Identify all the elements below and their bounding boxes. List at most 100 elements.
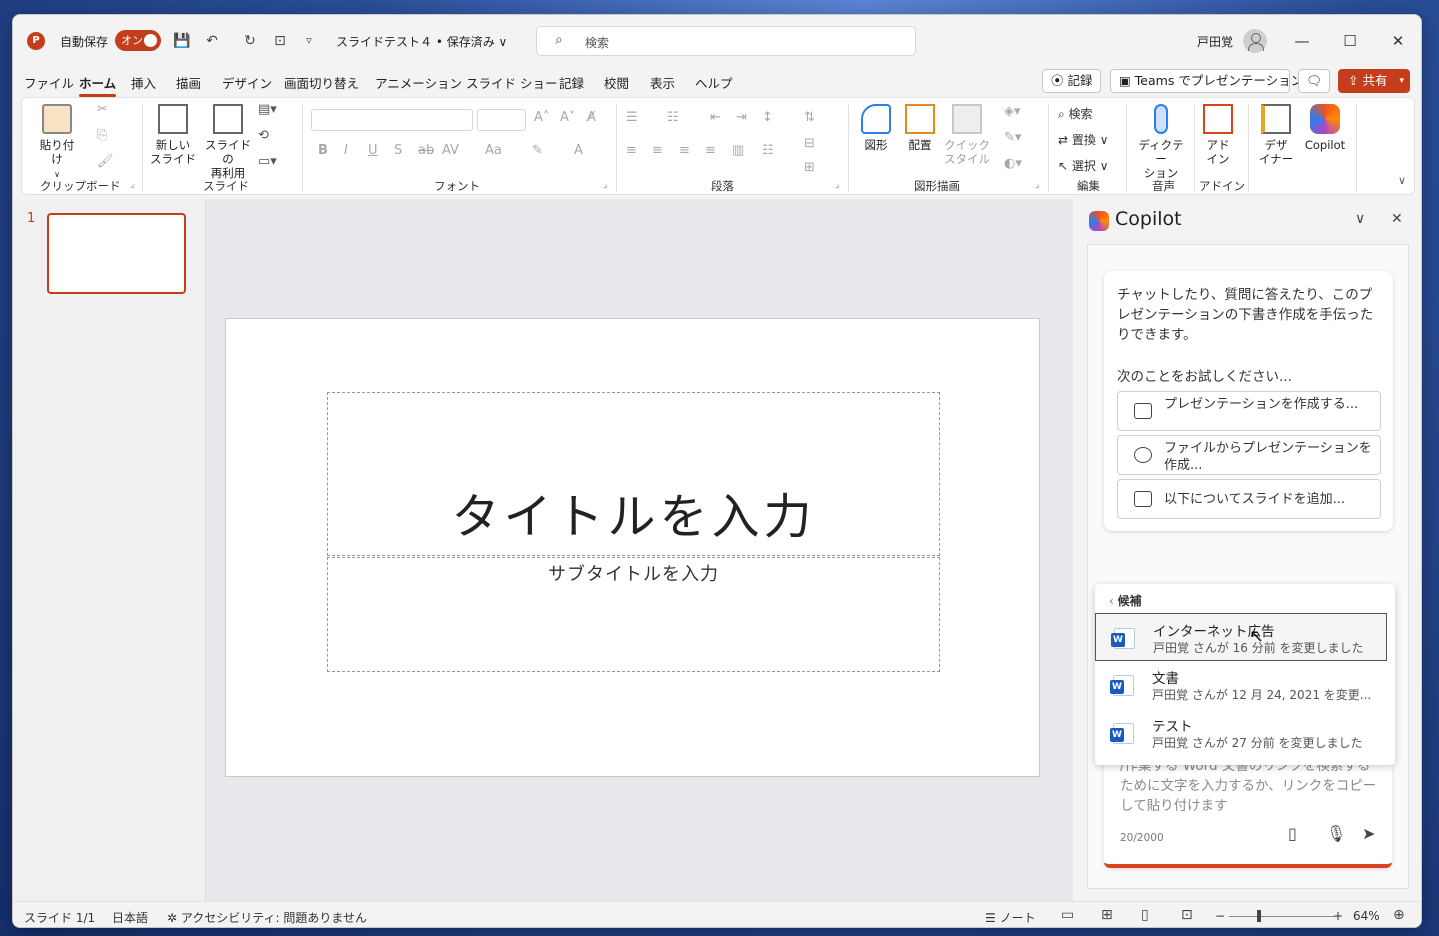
suggestion-create-presentation[interactable]: プレゼンテーションを作成する... <box>1117 391 1381 431</box>
highlight-icon[interactable]: ✎ <box>532 143 543 158</box>
numbering-icon[interactable]: ☷ <box>667 110 679 125</box>
accessibility-status[interactable]: ✲ アクセシビリティ: 問題ありません <box>167 909 367 926</box>
reading-view-icon[interactable]: ▯ <box>1141 907 1149 923</box>
share-button[interactable]: ⇪ 共有 ▾ <box>1338 69 1410 93</box>
copilot-prompt-input[interactable]: /作業する Word 文書のリンクを検索するために文字を入力するか、リンクをコピ… <box>1104 750 1392 868</box>
layout-icon[interactable]: ▤▾ <box>258 102 277 117</box>
shadow-icon[interactable]: S <box>394 143 402 158</box>
notes-button[interactable]: ☰ ノート <box>985 909 1036 926</box>
smartart-icon[interactable]: ⊞ <box>804 160 815 175</box>
font-name-select[interactable] <box>311 109 473 131</box>
send-icon[interactable]: ➤ <box>1362 824 1375 843</box>
align-center-icon[interactable]: ≡ <box>652 143 663 158</box>
addins-button[interactable]: アド イン <box>1200 104 1236 166</box>
suggestion-add-slide[interactable]: 以下についてスライドを追加... <box>1117 479 1381 519</box>
tab-slideshow[interactable]: スライド ショー <box>466 73 557 92</box>
bullets-icon[interactable]: ☰ <box>626 110 638 125</box>
suggestion-from-file[interactable]: ファイルからプレゼンテーションを作成... <box>1117 435 1381 475</box>
text-direction-icon[interactable]: ⇅ <box>804 110 815 125</box>
char-spacing-icon[interactable]: AV <box>442 143 459 158</box>
tab-animations[interactable]: アニメーション <box>375 73 462 92</box>
copy-icon[interactable]: ⎘ <box>97 128 107 143</box>
search-input[interactable]: ⌕ 検索 <box>536 26 916 56</box>
tab-file[interactable]: ファイル <box>24 73 74 92</box>
file-item-test[interactable]: テスト 戸田覚 さんが 27 分前 を変更しました <box>1095 709 1387 757</box>
autosave-toggle[interactable]: オン <box>115 30 161 51</box>
reset-icon[interactable]: ⟲ <box>258 128 269 143</box>
shrink-font-icon[interactable]: A˅ <box>560 110 575 125</box>
tab-help[interactable]: ヘルプ <box>695 73 733 92</box>
dialog-launcher-icon[interactable]: ⌟ <box>603 180 607 190</box>
dialog-launcher-icon[interactable]: ⌟ <box>835 180 839 190</box>
document-title[interactable]: スライドテスト４ • 保存済み ∨ <box>336 33 507 50</box>
section-icon[interactable]: ▭▾ <box>258 154 277 169</box>
slideshow-view-icon[interactable]: ⊡ <box>1181 907 1193 923</box>
tab-review[interactable]: 校閲 <box>604 73 629 92</box>
dialog-launcher-icon[interactable]: ⌟ <box>1035 180 1039 190</box>
chevron-left-icon[interactable]: ‹ <box>1109 594 1118 608</box>
shape-outline-icon[interactable]: ✎▾ <box>1004 130 1021 145</box>
slide-count[interactable]: スライド 1/1 <box>24 909 95 926</box>
zoom-out-icon[interactable]: − <box>1215 909 1225 923</box>
quick-styles-button[interactable]: クイック スタイル <box>942 104 992 166</box>
subtitle-placeholder[interactable]: サブタイトルを入力 <box>327 557 940 672</box>
file-item-document[interactable]: 文書 戸田覚 さんが 12 月 24, 2021 を変更... <box>1095 661 1387 709</box>
normal-view-icon[interactable]: ▭ <box>1061 907 1074 923</box>
arrange-button[interactable]: 配置 <box>900 104 940 152</box>
record-button[interactable]: ⦿ 記録 <box>1042 69 1102 93</box>
copilot-ribbon-button[interactable]: Copilot <box>1302 104 1348 152</box>
strikethrough-icon[interactable]: ab <box>418 143 434 158</box>
collapse-ribbon-icon[interactable]: ∨ <box>1398 174 1406 187</box>
reuse-slides-button[interactable]: スライドの 再利用 <box>200 104 256 180</box>
slide-thumbnail[interactable] <box>47 213 186 294</box>
designer-button[interactable]: デザ イナー <box>1256 104 1296 166</box>
zoom-slider-track[interactable] <box>1229 916 1335 917</box>
present-icon[interactable]: ⊡ <box>269 30 291 52</box>
zoom-slider-thumb[interactable] <box>1257 910 1261 922</box>
dictate-button[interactable]: ディクテー ション <box>1134 104 1188 180</box>
shape-fill-icon[interactable]: ◈▾ <box>1004 104 1021 119</box>
italic-icon[interactable]: I <box>344 143 348 158</box>
close-button[interactable]: ✕ <box>1383 28 1413 54</box>
fit-to-window-icon[interactable]: ⊕ <box>1393 907 1405 923</box>
slide-sorter-icon[interactable]: ⊞ <box>1101 907 1113 923</box>
replace-button[interactable]: ⇄ 置換 ∨ <box>1058 131 1109 148</box>
paste-button[interactable]: 貼り付け ∨ <box>35 104 79 182</box>
align-text-icon[interactable]: ⊟ <box>804 136 815 151</box>
undo-icon[interactable]: ↶ <box>201 30 223 52</box>
tab-transitions[interactable]: 画面切り替え <box>284 73 359 92</box>
line-spacing-icon[interactable]: ↕ <box>762 110 773 125</box>
language-indicator[interactable]: 日本語 <box>112 909 148 926</box>
tab-record[interactable]: 記録 <box>559 73 584 92</box>
slide[interactable]: タイトルを入力 サブタイトルを入力 <box>225 318 1040 777</box>
minimize-button[interactable]: — <box>1287 28 1317 54</box>
save-icon[interactable]: 💾 <box>171 30 193 52</box>
bold-icon[interactable]: B <box>318 143 328 158</box>
tab-home[interactable]: ホーム <box>79 73 117 97</box>
tab-design[interactable]: デザイン <box>222 73 272 92</box>
distributed-icon[interactable]: ▥ <box>732 143 744 158</box>
dialog-launcher-icon[interactable]: ⌟ <box>130 180 134 190</box>
teams-present-button[interactable]: ▣ Teams でプレゼンテーション <box>1110 69 1303 93</box>
chevron-down-icon[interactable]: ∨ <box>1355 211 1365 227</box>
avatar[interactable] <box>1243 29 1267 53</box>
shape-effects-icon[interactable]: ◐▾ <box>1004 156 1022 171</box>
comments-button[interactable]: 🗨 <box>1298 69 1330 93</box>
justify-icon[interactable]: ≡ <box>705 143 716 158</box>
tab-view[interactable]: 表示 <box>650 73 675 92</box>
maximize-button[interactable]: ☐ <box>1335 28 1365 54</box>
prompt-guide-icon[interactable]: ▯ <box>1288 824 1297 843</box>
grow-font-icon[interactable]: A˄ <box>534 110 549 125</box>
file-item-internet-ad[interactable]: インターネット広告 戸田覚 さんが 16 分前 を変更しました <box>1095 613 1387 661</box>
underline-icon[interactable]: U <box>368 143 378 158</box>
tab-draw[interactable]: 描画 <box>176 73 201 92</box>
find-button[interactable]: ⌕ 検索 <box>1058 105 1093 122</box>
columns-icon[interactable]: ☷ <box>762 143 774 158</box>
title-placeholder[interactable]: タイトルを入力 <box>327 392 940 556</box>
shapes-button[interactable]: 図形 <box>856 104 896 152</box>
change-case-icon[interactable]: Aa <box>485 143 502 158</box>
font-color-icon[interactable]: A <box>574 143 583 158</box>
clear-formatting-icon[interactable]: A̸ <box>587 110 596 125</box>
increase-indent-icon[interactable]: ⇥ <box>736 110 747 125</box>
customize-toolbar-icon[interactable]: ▿ <box>298 30 320 52</box>
